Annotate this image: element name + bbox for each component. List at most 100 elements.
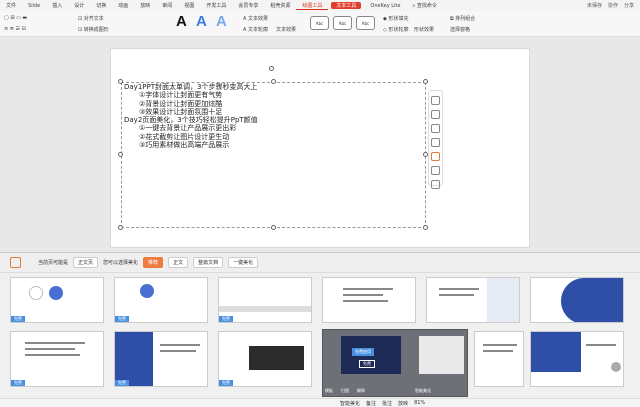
thumb-line [343,300,388,302]
thumb-shape [561,278,623,322]
slide-text-content[interactable]: Day1PPT封面太单调，3个步骤秒变高大上 ①字体设计让封面更有气势 ②背景设… [124,83,258,149]
template-thumb[interactable] [474,331,524,387]
search-command-label: 查找命令 [416,3,437,9]
shape-effect-button[interactable]: 形状效果 [414,26,434,33]
text-style-lightblue[interactable]: A [216,13,227,30]
notes-toggle[interactable]: 备注 [366,400,376,407]
menu-member[interactable]: 会员专享 [232,2,264,9]
search-icon: ⌕ [412,3,416,9]
thumb-circle [29,286,43,300]
shape-outline-button[interactable]: ◇ 形状轮廓 [383,26,408,33]
menu-review[interactable]: 审阅 [156,2,178,9]
template-thumb[interactable]: 免费 [218,331,312,387]
one-click-beautify[interactable]: 一键美化 [228,257,259,268]
edit-icon[interactable] [431,96,440,105]
template-thumb[interactable] [322,277,416,323]
resize-handle-l[interactable] [118,152,123,157]
shape-style-3[interactable]: Abc [356,16,375,30]
thumb-line [343,288,393,290]
card-use-label[interactable]: 免费使用 [352,348,374,356]
thumb-band [219,306,311,312]
shape-icon[interactable] [431,124,440,133]
menu-onekey[interactable]: OneKey Lite [364,3,406,9]
page-type-select[interactable]: 正文页 [73,257,99,268]
location-icon[interactable] [431,152,440,161]
text-style-black[interactable]: A [176,13,187,30]
free-badge: 免费 [115,316,129,322]
thumb-line [343,294,383,296]
template-thumb[interactable]: 免费 [114,277,208,323]
menu-file[interactable]: 文件 [0,2,22,9]
ribbon-mini-icons-2[interactable]: ≡ ≣ ☰ ⊟ [4,26,26,32]
arrange-button[interactable]: ⧉ 排列组合 [450,15,475,22]
layers-icon[interactable] [431,110,440,119]
scroll-up-icon[interactable] [611,362,621,372]
template-thumb[interactable]: 免费 [218,277,312,323]
rotate-handle[interactable] [269,66,274,71]
menu-design[interactable]: 设计 [68,2,90,9]
card-footer-2[interactable]: 扫图 [341,388,349,394]
convert-shape-label: 转换成图形 [83,27,109,33]
menu-animation[interactable]: 动画 [112,2,134,9]
pen-icon[interactable] [431,138,440,147]
text-style-blue[interactable]: A [196,13,207,30]
share-button[interactable]: 分享 [624,2,634,9]
ribbon-convert-shape[interactable]: ⊡ 转换成图形 [78,26,109,33]
resize-handle-tr[interactable] [423,79,428,84]
collaborate-button[interactable]: 协作 [608,2,618,9]
text-icon[interactable] [431,166,440,175]
selected-template-card[interactable]: 免费使用 免费 模板 扫图 解释 智能美化 [322,329,468,397]
template-thumb[interactable] [530,331,624,387]
menu-insert[interactable]: 插入 [46,2,68,9]
tab-text-tools[interactable]: 文本工具 [331,2,362,9]
resize-handle-br[interactable] [423,225,428,230]
template-thumb[interactable]: 免费 [10,277,104,323]
card-free-button[interactable]: 免费 [359,360,375,368]
template-thumb[interactable]: 免费 [114,331,208,387]
template-thumb[interactable] [426,277,520,323]
card-footer-4[interactable]: 智能美化 [415,388,431,394]
zoom-level[interactable]: 81% [414,400,425,406]
resize-handle-tl[interactable] [118,79,123,84]
resize-handle-t[interactable] [271,79,276,84]
status-bar: 智能美化 备注 批注 放映 81% [0,398,640,407]
tab-recommend[interactable]: 推荐 [143,257,164,268]
slide-list-area [0,37,110,247]
ribbon-align-text[interactable]: ⊡ 对齐文本 [78,15,104,22]
tab-body[interactable]: 正文 [168,257,189,268]
whole-doc-select[interactable]: 整篇文档 [193,257,224,268]
template-thumb[interactable] [530,277,624,323]
menu-slideshow[interactable]: 放映 [134,2,156,9]
card-footer-3[interactable]: 解释 [357,388,365,394]
text-fill-label: 文本效果 [248,16,269,22]
template-thumb[interactable]: 免费 [10,331,104,387]
resize-handle-bl[interactable] [118,225,123,230]
tab-drawing-tools[interactable]: 绘图工具 [296,2,329,10]
shape-style-1[interactable]: Abc [310,16,329,30]
shape-fill-button[interactable]: ◆ 形状填充 [383,15,408,22]
resize-handle-b[interactable] [271,225,276,230]
thumb-line [160,350,196,352]
text-outline-button[interactable]: A 文本轮廓 [243,26,268,33]
text-fill-button[interactable]: A 文本效果 [243,15,268,22]
search-command[interactable]: ⌕ 查找命令 [406,2,442,9]
menu-resources[interactable]: 稻壳资源 [264,2,296,9]
translate-icon[interactable] [431,180,440,189]
menu-developer[interactable]: 开发工具 [200,2,232,9]
slideshow-button[interactable]: 放映 [398,400,408,407]
menu-slide[interactable]: Slide [22,3,46,9]
ribbon-mini-icons[interactable]: ▢ ⊞ ▭ ▬ [4,15,27,21]
slide-canvas[interactable]: Day1PPT封面太单调，3个步骤秒变高大上 ①字体设计让封面更有气势 ②背景设… [110,48,530,248]
smart-beautify-status[interactable]: 智能美化 [340,400,360,407]
free-badge: 免费 [219,380,233,386]
shape-style-2[interactable]: Abc [333,16,352,30]
thumb-line [483,350,513,352]
comments-toggle[interactable]: 批注 [382,400,392,407]
menu-transition[interactable]: 切换 [90,2,112,9]
text-effect-label: 文本效果 [276,27,297,33]
card-footer-1[interactable]: 模板 [325,388,333,394]
unsaved-status[interactable]: 未保存 [587,2,602,9]
menu-view[interactable]: 视图 [178,2,200,9]
selection-pane-button[interactable]: 选择窗格 [450,26,470,33]
text-effect-button[interactable]: 文本效果 [276,26,296,33]
